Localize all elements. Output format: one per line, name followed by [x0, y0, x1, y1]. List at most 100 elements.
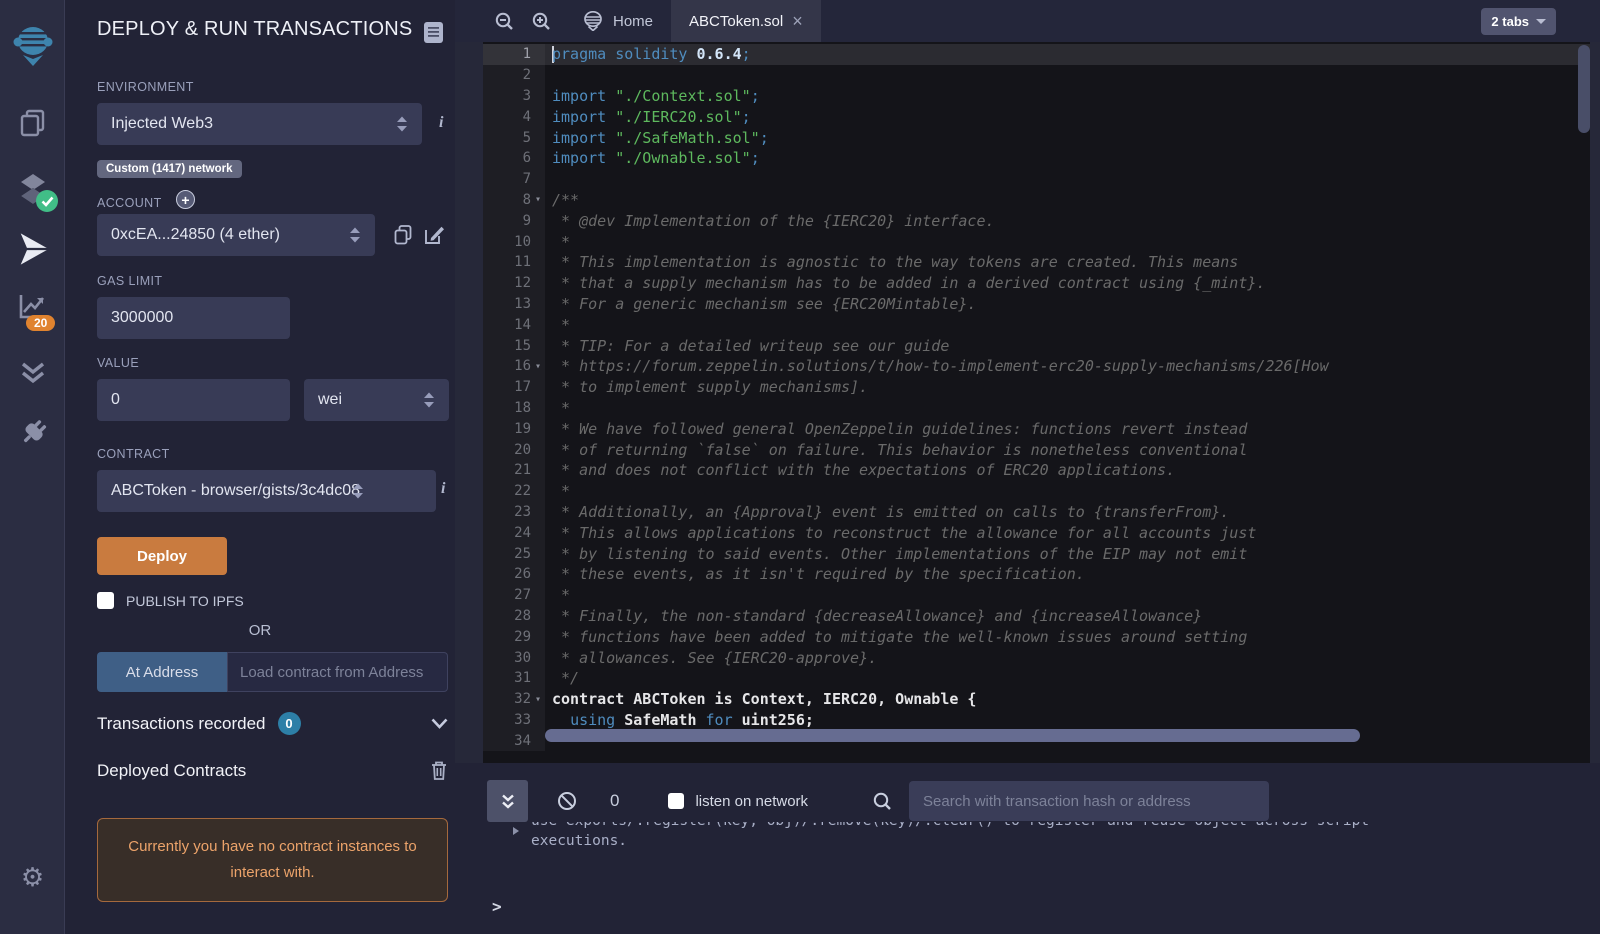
line-gutter: 21 — [483, 460, 545, 481]
line-gutter: 28 — [483, 606, 545, 627]
code-editor[interactable]: 1pragma solidity 0.6.4;23import "./Conte… — [483, 42, 1590, 763]
terminal-toolbar: 0 listen on network — [455, 780, 1600, 822]
code-line[interactable]: 1pragma solidity 0.6.4; — [483, 44, 1590, 65]
listen-network-checkbox[interactable] — [668, 793, 684, 809]
code-line[interactable]: 13 * For a generic mechanism see {ERC20M… — [483, 294, 1590, 315]
terminal-expand-button[interactable] — [487, 780, 528, 822]
code-line[interactable]: 30 * allowances. See {IERC20-approve}. — [483, 647, 1590, 668]
close-tab-icon[interactable]: × — [792, 12, 803, 30]
transactions-recorded-row[interactable]: Transactions recorded 0 — [97, 712, 448, 735]
code-line[interactable]: 8▾/** — [483, 190, 1590, 211]
code-line[interactable]: 6import "./Ownable.sol"; — [483, 148, 1590, 169]
code-line[interactable]: 33 using SafeMath for uint256; — [483, 710, 1590, 731]
deploy-run-panel: DEPLOY & RUN TRANSACTIONS ENVIRONMENT In… — [65, 0, 455, 934]
docs-book-icon[interactable] — [423, 21, 444, 44]
value-input[interactable] — [111, 391, 276, 409]
code-line[interactable]: 5import "./SafeMath.sol"; — [483, 127, 1590, 148]
chevron-down-icon[interactable] — [431, 718, 448, 729]
code-line[interactable]: 31 */ — [483, 668, 1590, 689]
code-text: */ — [545, 668, 579, 689]
settings-icon[interactable]: ⚙ — [0, 864, 65, 890]
code-line[interactable]: 3import "./Context.sol"; — [483, 86, 1590, 107]
code-line[interactable]: 4import "./IERC20.sol"; — [483, 106, 1590, 127]
tabs-count-button[interactable]: 2 tabs — [1481, 8, 1556, 35]
code-line[interactable]: 7 — [483, 169, 1590, 190]
solidity-compiler-icon[interactable] — [0, 172, 65, 212]
code-line[interactable]: 32▾contract ABCToken is Context, IERC20,… — [483, 689, 1590, 710]
code-line[interactable]: 12 * that a supply mechanism has to be a… — [483, 273, 1590, 294]
line-gutter: 13 — [483, 294, 545, 315]
zoom-in-icon[interactable] — [523, 0, 560, 42]
plugin-connector-icon[interactable] — [0, 415, 65, 451]
code-text: * For a generic mechanism see {ERC20Mint… — [545, 294, 976, 315]
deploy-run-icon[interactable] — [0, 230, 65, 268]
select-arrows-icon — [396, 116, 408, 132]
environment-info-icon[interactable]: i — [439, 114, 443, 132]
line-gutter: 10 — [483, 231, 545, 252]
pending-tx-count: 0 — [610, 791, 619, 811]
network-badge: Custom (1417) network — [97, 160, 242, 178]
fold-arrow-icon[interactable]: ▾ — [531, 694, 545, 705]
vertical-scrollbar[interactable] — [1578, 45, 1590, 133]
code-line[interactable]: 17 * to implement supply mechanisms]. — [483, 377, 1590, 398]
remix-mini-logo-icon — [582, 11, 604, 31]
add-account-icon[interactable]: + — [176, 190, 195, 209]
code-line[interactable]: 11 * This implementation is agnostic to … — [483, 252, 1590, 273]
publish-ipfs-checkbox[interactable] — [97, 592, 114, 609]
unit-testing-icon[interactable] — [0, 355, 65, 389]
code-line[interactable]: 10 * — [483, 231, 1590, 252]
clear-console-icon[interactable] — [557, 791, 577, 811]
code-line[interactable]: 18 * — [483, 398, 1590, 419]
code-line[interactable]: 16▾ * https://forum.zeppelin.solutions/t… — [483, 356, 1590, 377]
code-line[interactable]: 26 * these events, as it isn't required … — [483, 564, 1590, 585]
code-line[interactable]: 22 * — [483, 481, 1590, 502]
horizontal-scrollbar[interactable] — [545, 729, 1360, 742]
code-line[interactable]: 25 * by listening to said events. Other … — [483, 543, 1590, 564]
copy-account-icon[interactable] — [393, 224, 413, 246]
code-line[interactable]: 15 * TIP: For a detailed writeup see our… — [483, 335, 1590, 356]
code-line[interactable]: 19 * We have followed general OpenZeppel… — [483, 418, 1590, 439]
code-line[interactable]: 9 * @dev Implementation of the {IERC20} … — [483, 210, 1590, 231]
line-gutter: 18 — [483, 398, 545, 419]
compile-success-badge — [36, 190, 58, 212]
code-line[interactable]: 28 * Finally, the non-standard {decrease… — [483, 606, 1590, 627]
environment-select[interactable]: Injected Web3 — [97, 103, 422, 145]
line-gutter: 11 — [483, 252, 545, 273]
at-address-button[interactable]: At Address — [97, 652, 227, 692]
gas-limit-input[interactable] — [111, 309, 276, 327]
line-number: 33 — [514, 712, 531, 728]
code-line[interactable]: 21 * and does not conflict with the expe… — [483, 460, 1590, 481]
line-gutter: 1 — [483, 44, 545, 65]
code-line[interactable]: 20 * of returning `false` on failure. Th… — [483, 439, 1590, 460]
code-line[interactable]: 14 * — [483, 314, 1590, 335]
code-line[interactable]: 24 * This allows applications to reconst… — [483, 522, 1590, 543]
value-unit-select[interactable]: wei — [304, 379, 449, 421]
tab-home[interactable]: Home — [564, 0, 671, 42]
trash-icon[interactable] — [430, 760, 448, 781]
line-number: 29 — [514, 629, 531, 645]
code-line[interactable]: 2 — [483, 65, 1590, 86]
edit-account-icon[interactable] — [424, 224, 444, 246]
terminal-search-input[interactable] — [909, 781, 1269, 821]
plugin-manager-icon[interactable] — [0, 106, 65, 140]
fold-arrow-icon[interactable]: ▾ — [531, 361, 545, 372]
at-address-input[interactable] — [227, 652, 448, 692]
analysis-icon[interactable]: 20 — [0, 290, 65, 322]
value-label: VALUE — [97, 356, 139, 370]
fold-arrow-icon[interactable]: ▾ — [531, 194, 545, 205]
line-gutter: 26 — [483, 564, 545, 585]
code-line[interactable]: 27 * — [483, 585, 1590, 606]
terminal-prompt[interactable]: > — [492, 897, 502, 916]
account-select[interactable]: 0xcEA...24850 (4 ether) — [97, 214, 375, 256]
contract-select[interactable]: ABCToken - browser/gists/3c4dc08 — [97, 470, 436, 512]
remix-logo[interactable] — [0, 22, 65, 68]
code-line[interactable]: 29 * functions have been added to mitiga… — [483, 626, 1590, 647]
tab-abctoken[interactable]: ABCToken.sol × — [671, 0, 821, 42]
zoom-out-icon[interactable] — [486, 0, 523, 42]
editor-tab-bar: Home ABCToken.sol × 2 tabs — [455, 0, 1600, 42]
contract-info-icon[interactable]: i — [441, 480, 445, 498]
deploy-button[interactable]: Deploy — [97, 537, 227, 575]
line-gutter: 25 — [483, 543, 545, 564]
line-gutter: 27 — [483, 585, 545, 606]
code-line[interactable]: 23 * Additionally, an {Approval} event i… — [483, 502, 1590, 523]
